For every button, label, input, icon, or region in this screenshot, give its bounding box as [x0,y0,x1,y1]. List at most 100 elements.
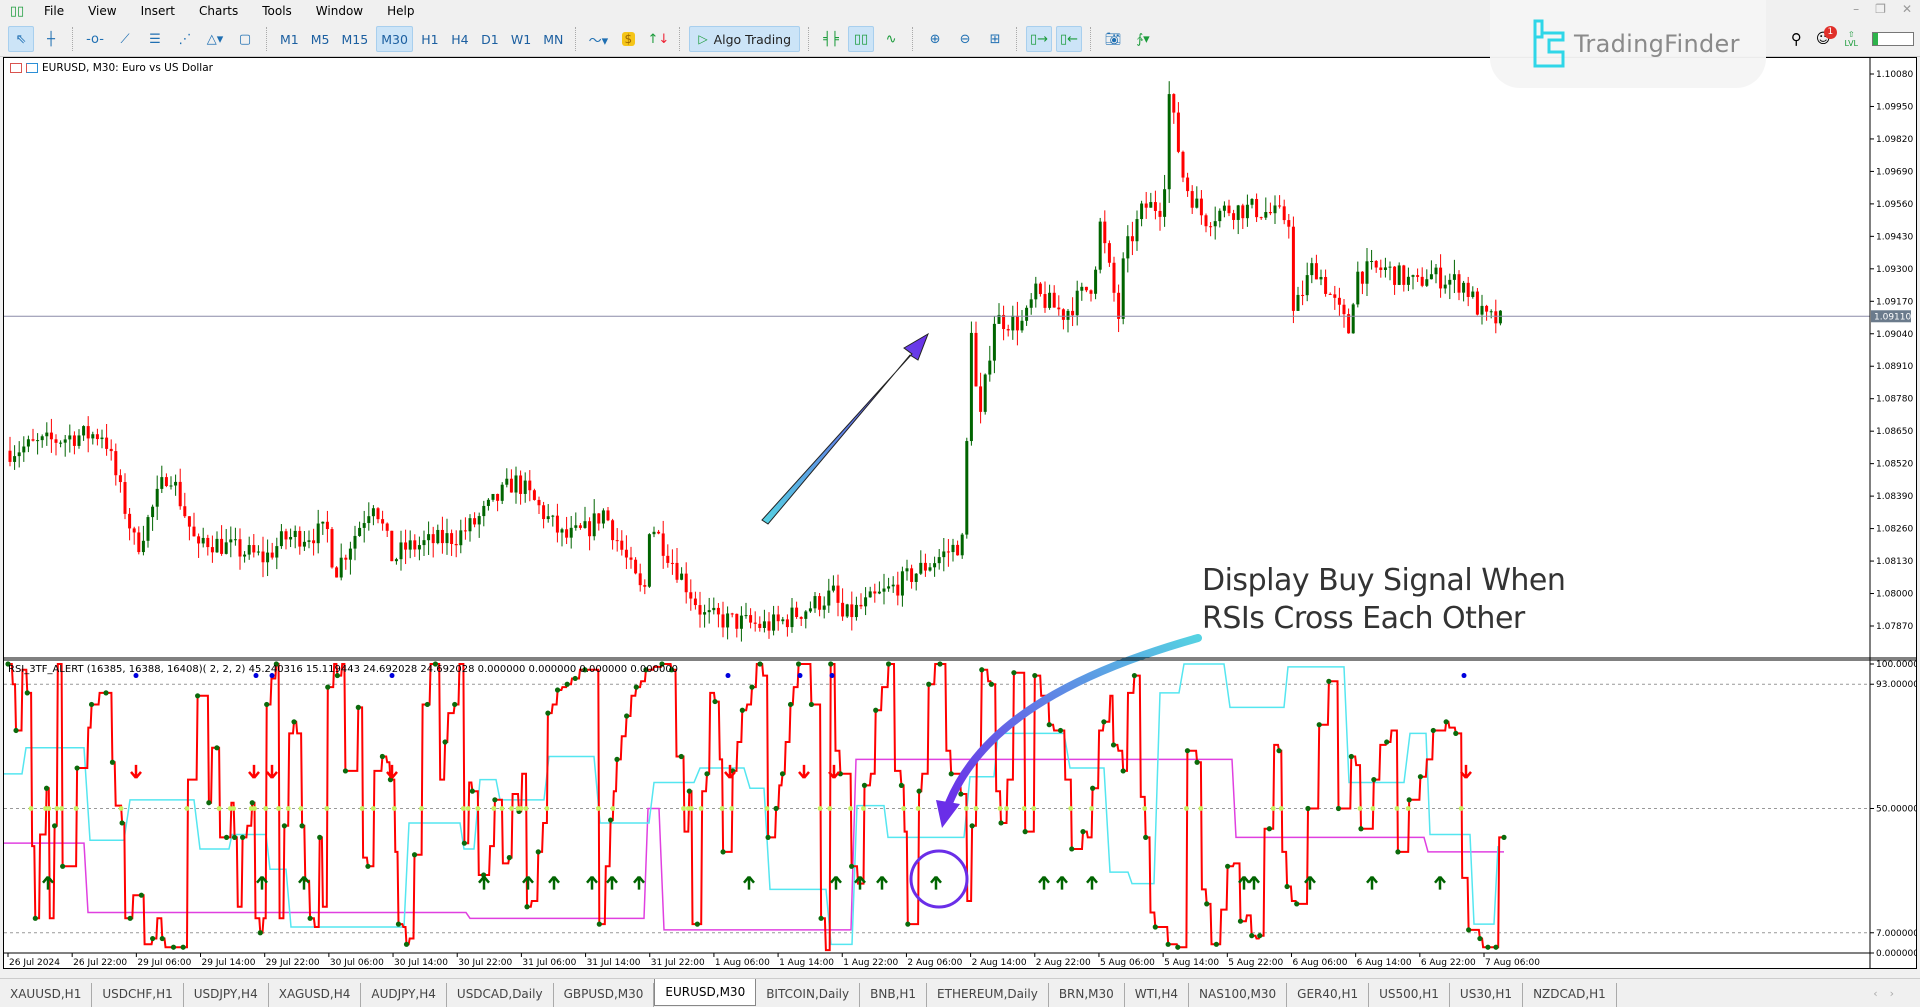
timeframe-m1[interactable]: M1 [276,26,303,52]
bear-candle [1466,282,1470,297]
chart-canvas[interactable]: 1.10080 1.09950 1.09820 1.09690 1.09560 1.094… [4,58,1916,968]
bear-candle [376,508,380,520]
bull-candle [321,521,325,524]
templates-button[interactable]: ∱▾ [1130,26,1156,52]
tab-nzdcad-h1[interactable]: NZDCAD,H1 [1523,983,1617,1007]
bull-candle [969,332,973,442]
cross-50-dot [59,806,65,811]
bear-candle [463,530,467,532]
chart-shift-icon: ▯← [1060,31,1079,47]
price-axis-label: 1.09430 [1876,232,1913,242]
tab-usdjpy-h4[interactable]: USDJPY,H4 [184,983,269,1007]
tab-eurusd-m30[interactable]: EURUSD,M30 [654,979,757,1006]
close-icon[interactable]: ✕ [1902,2,1912,16]
trendline-button[interactable]: ⟋ [112,26,138,52]
bear-candle [923,562,927,571]
rectangle-button[interactable]: ▢ [232,26,258,52]
buy-arrow-icon [586,875,598,890]
channel-button[interactable]: ☰ [142,26,168,52]
cursor-icon: ⇖ [15,31,27,47]
rsi-point-marker [704,771,710,777]
tab-us30-h1[interactable]: US30,H1 [1450,983,1524,1007]
bull-candle [293,530,297,537]
tab-bnb-h1[interactable]: BNB,H1 [860,983,928,1007]
tab-audjpy-h4[interactable]: AUDJPY,H4 [361,983,447,1007]
rsi-point-marker [1131,672,1138,679]
rsi-point-marker [765,834,771,841]
screenshot-button[interactable]: 📷︎ [1100,26,1126,52]
bear-candle [86,426,90,439]
bear-candle [606,510,610,521]
shapes-button[interactable]: △▾ [202,26,228,52]
indicators-button[interactable]: 〜▾ [585,26,611,52]
minimize-icon[interactable]: – [1853,2,1859,16]
candlestick-button[interactable]: ▯▯ [848,26,875,52]
buy-arrow-icon [1434,875,1446,890]
sell-arrow-icon [386,764,398,779]
price-axis-label: 1.09950 [1876,102,1913,112]
search-icon[interactable]: ⚲ [1791,30,1802,48]
tab-bitcoin-daily[interactable]: BITCOIN,Daily [756,983,861,1007]
timeframe-w1[interactable]: W1 [507,26,535,52]
sell-arrow-shape [130,764,142,779]
rsi-point-marker [905,921,911,927]
notifications-button[interactable]: ☺ 1 [1816,26,1837,47]
autoscroll-button[interactable]: ▯→ [1026,26,1053,52]
chart-window[interactable]: EURUSD, M30: Euro vs US Dollar 1.10080 1.… [3,57,1917,969]
trade-button[interactable]: $ [615,26,641,52]
timeframe-m5[interactable]: M5 [307,26,334,52]
menu-window[interactable]: Window [304,0,375,22]
bull-candle [275,546,279,558]
crosshair-button[interactable]: ┼ [38,26,64,52]
bear-candle [670,562,674,564]
menu-charts[interactable]: Charts [187,0,250,22]
timeframe-m15[interactable]: M15 [338,26,373,52]
timeframe-h1[interactable]: H1 [417,26,443,52]
buy-arrow-icon [1366,875,1378,890]
zoom-in-button[interactable]: ⊕ [922,26,948,52]
menu-insert[interactable]: Insert [129,0,187,22]
bear-candle [532,490,536,500]
timeframe-m30[interactable]: M30 [376,26,413,52]
chart-shift-button[interactable]: ▯← [1056,26,1083,52]
bar-chart-button[interactable]: ╡╞ [818,26,844,52]
tab-usdchf-h1[interactable]: USDCHF,H1 [92,983,184,1007]
bear-candle [1360,271,1364,284]
tab-usdcad-daily[interactable]: USDCAD,Daily [447,983,554,1007]
horizontal-line-button[interactable]: -o- [82,26,108,52]
tab-ger40-h1[interactable]: GER40,H1 [1287,983,1370,1007]
tab-scroll-arrows[interactable]: ‹› [1873,987,1906,1000]
menu-help[interactable]: Help [375,0,426,22]
fibonacci-button[interactable]: ⋰ [172,26,198,52]
restore-icon[interactable]: ❐ [1875,2,1886,16]
line-chart-button[interactable]: ∿ [878,26,904,52]
time-axis-label: 7 Aug 06:00 [1485,958,1540,968]
bull-candle [905,568,909,572]
bull-candle [367,516,371,524]
menu-file[interactable]: File [32,0,76,22]
timeframe-mn[interactable]: MN [539,26,567,52]
bull-candle [1365,261,1369,284]
menu-tools[interactable]: Tools [250,0,304,22]
zoom-out-button[interactable]: ⊖ [952,26,978,52]
indicator-axis-label: 50.000000 [1876,805,1916,815]
timeframe-h4[interactable]: H4 [447,26,473,52]
tab-nas100-m30[interactable]: NAS100,M30 [1189,983,1288,1007]
cursor-tool-button[interactable]: ⇖ [8,26,34,52]
menu-view[interactable]: View [76,0,128,22]
tab-xauusd-h1[interactable]: XAUUSD,H1 [0,983,93,1007]
algo-trading-button[interactable]: ▷ Algo Trading [689,26,801,52]
bear-candle [841,602,845,617]
tab-xagusd-h4[interactable]: XAGUSD,H4 [269,983,362,1007]
bull-candle [1489,311,1493,313]
bull-candle [1066,310,1070,320]
tab-us500-h1[interactable]: US500,H1 [1369,983,1450,1007]
tab-wti-h4[interactable]: WTI,H4 [1125,983,1190,1007]
signals-button[interactable]: ↑↓ [645,26,671,52]
timeframe-d1[interactable]: D1 [477,26,503,52]
bull-candle [486,499,490,506]
tab-ethereum-daily[interactable]: ETHEREUM,Daily [927,983,1049,1007]
tab-brn-m30[interactable]: BRN,M30 [1049,983,1125,1007]
tile-windows-button[interactable]: ⊞ [982,26,1008,52]
tab-gbpusd-m30[interactable]: GBPUSD,M30 [554,983,655,1007]
